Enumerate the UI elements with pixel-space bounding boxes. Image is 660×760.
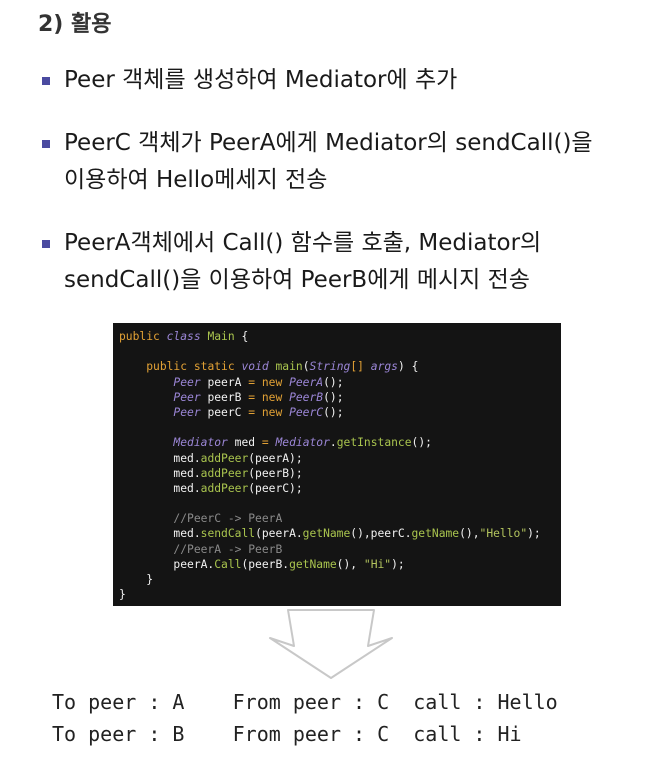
bullet-list: Peer 객체를 생성하여 Mediator에 추가 PeerC 객체가 Pee… bbox=[40, 62, 650, 325]
section-heading: 2) 활용 bbox=[38, 12, 112, 37]
code-line: med.sendCall(peerA.getName(),peerC.getNa… bbox=[173, 527, 541, 541]
code-line: } bbox=[146, 573, 154, 586]
code-line: Peer peerC = new PeerC(); bbox=[173, 405, 344, 419]
output-line: To peer : B From peer : C call : Hi bbox=[52, 722, 522, 746]
code-line: } bbox=[119, 588, 126, 602]
bullet-item: PeerA객체에서 Call() 함수를 호출, Mediator의 sendC… bbox=[40, 225, 650, 299]
code-line: public static void main(String[] args) { bbox=[146, 360, 419, 374]
code-line: Peer peerA = new PeerA(); bbox=[173, 375, 344, 389]
bullet-text: Peer 객체를 생성하여 Mediator에 추가 bbox=[64, 67, 458, 93]
code-snippet: public class Main { public static void m… bbox=[113, 323, 561, 606]
code-line: Mediator med = Mediator.getInstance(); bbox=[173, 436, 432, 450]
code-line: med.addPeer(peerB); bbox=[173, 466, 303, 480]
square-bullet-icon bbox=[42, 240, 50, 248]
bullet-text: PeerC 객체가 PeerA에게 Mediator의 sendCall()을 bbox=[64, 130, 593, 156]
bullet-text-continued: sendCall()을 이용하여 PeerB에게 메시지 전송 bbox=[64, 267, 530, 293]
bullet-item: Peer 객체를 생성하여 Mediator에 추가 bbox=[40, 62, 650, 99]
console-output: To peer : A From peer : C call : Hello T… bbox=[52, 686, 558, 750]
square-bullet-icon bbox=[42, 77, 50, 85]
square-bullet-icon bbox=[42, 140, 50, 148]
bullet-item: PeerC 객체가 PeerA에게 Mediator의 sendCall()을 … bbox=[40, 125, 650, 199]
down-arrow-icon bbox=[269, 609, 393, 679]
code-line: Peer peerB = new PeerB(); bbox=[173, 390, 344, 404]
output-line: To peer : A From peer : C call : Hello bbox=[52, 690, 558, 714]
code-line: med.addPeer(peerC); bbox=[173, 481, 303, 495]
bullet-text-continued: 이용하여 Hello메세지 전송 bbox=[64, 167, 328, 193]
code-line: med.addPeer(peerA); bbox=[173, 451, 303, 465]
code-line: peerA.Call(peerB.getName(), "Hi"); bbox=[173, 557, 405, 571]
bullet-text: PeerA객체에서 Call() 함수를 호출, Mediator의 bbox=[64, 230, 542, 256]
code-line: //PeerC -> PeerA bbox=[173, 512, 283, 526]
code-line: //PeerA -> PeerB bbox=[173, 542, 283, 556]
code-line: public class Main { bbox=[119, 330, 249, 343]
